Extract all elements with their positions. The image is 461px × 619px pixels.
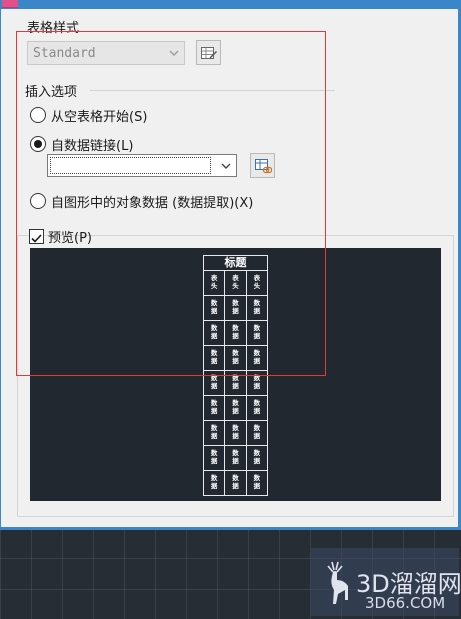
preview-table-cell: 数据	[204, 446, 226, 470]
deer-logo-icon	[327, 561, 348, 604]
app-icon	[2, 0, 18, 8]
preview-table-cell: 数据	[253, 399, 261, 415]
preview-table-cell: 数据	[253, 424, 261, 440]
preview-table-cell: 数据	[204, 471, 226, 495]
preview-table-cell: 数据	[225, 421, 247, 445]
preview-table-row: 数据 数据 数据	[204, 446, 267, 471]
watermark-url: 3D66.COM	[365, 594, 446, 612]
preview-table-cell: 数据	[253, 449, 261, 465]
preview-table-cell: 数据	[204, 421, 226, 445]
preview-table-row: 数据 数据 数据	[204, 471, 267, 495]
preview-table-cell: 数据	[225, 446, 247, 470]
red-highlight-rectangle	[16, 31, 326, 376]
preview-table-cell: 数据	[225, 471, 247, 495]
preview-table-cell: 数据	[204, 396, 226, 420]
preview-table-cell: 数据	[225, 396, 247, 420]
preview-table-row: 数据 数据 数据	[204, 421, 267, 446]
dialog-title-bar	[0, 0, 461, 9]
preview-table-row: 数据 数据 数据	[204, 396, 267, 421]
preview-table-cell: 数据	[253, 474, 261, 490]
